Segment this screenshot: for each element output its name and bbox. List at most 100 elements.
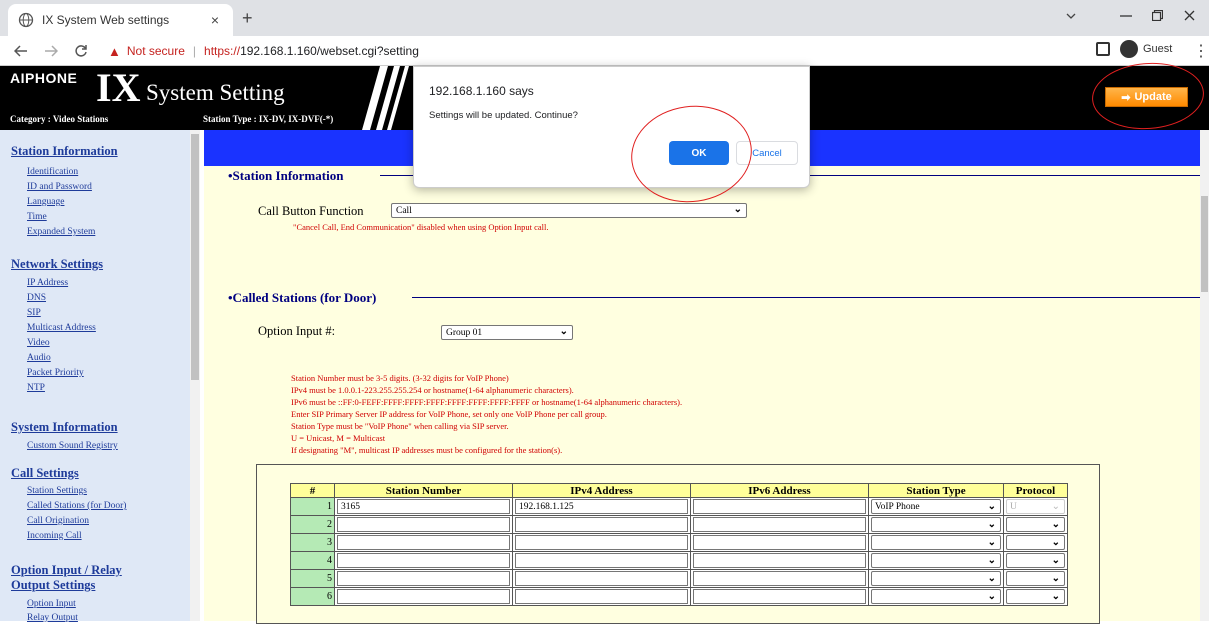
chevron-down-icon: ⌄ <box>1051 555 1060 566</box>
protocol-select[interactable]: U ⌄ <box>1006 499 1065 514</box>
dropdown-icon[interactable] <box>1066 12 1076 20</box>
protocol-select[interactable]: ⌄ <box>1006 535 1065 550</box>
sidebar-item-packet-priority[interactable]: Packet Priority <box>27 368 84 378</box>
sidebar-section-option-input-line1[interactable]: Option Input / Relay <box>11 563 122 578</box>
browser-tab-bar: IX System Web settings × + <box>0 0 1209 36</box>
ipv6-input[interactable] <box>693 535 866 550</box>
station-type-select[interactable]: ⌄ <box>871 517 1001 532</box>
protocol-select[interactable]: ⌄ <box>1006 553 1065 568</box>
chevron-down-icon: ⌄ <box>1051 591 1060 602</box>
row-number: 5 <box>290 569 335 588</box>
minimize-icon[interactable] <box>1120 14 1132 18</box>
tab-close-button[interactable]: × <box>207 12 223 28</box>
sidebar-section-network-settings[interactable]: Network Settings <box>11 257 103 272</box>
ipv6-input[interactable] <box>693 589 866 604</box>
table-row: 1 3165 192.168.1.125 VoIP Phone ⌄ U ⌄ <box>290 497 1068 516</box>
ipv4-cell <box>512 587 691 606</box>
station-number-cell <box>334 587 513 606</box>
sidebar-item-option-input[interactable]: Option Input <box>27 599 76 609</box>
protocol-select[interactable]: ⌄ <box>1006 571 1065 586</box>
validation-note: U = Unicast, M = Multicast <box>291 433 386 443</box>
sidebar-item-language[interactable]: Language <box>27 197 64 207</box>
call-button-function-select[interactable]: Call ⌄ <box>391 203 747 218</box>
ipv4-input[interactable]: 192.168.1.125 <box>515 499 688 514</box>
ipv6-input[interactable] <box>693 553 866 568</box>
option-input-select[interactable]: Group 01 ⌄ <box>441 325 573 340</box>
station-type-select[interactable]: ⌄ <box>871 571 1001 586</box>
sidepanel-icon[interactable] <box>1096 42 1110 56</box>
sidebar-item-call-origination[interactable]: Call Origination <box>27 516 89 526</box>
protocol-value: U <box>1010 501 1017 512</box>
station-type-label: Station Type : IX-DV, IX-DVF(-*) <box>203 114 334 124</box>
sidebar-item-ntp[interactable]: NTP <box>27 383 45 393</box>
ipv6-input[interactable] <box>693 571 866 586</box>
sidebar-section-system-information[interactable]: System Information <box>11 420 118 435</box>
row-number: 4 <box>290 551 335 570</box>
station-type-value: VoIP Phone <box>875 501 920 512</box>
sidebar-section-station-information[interactable]: Station Information <box>11 144 118 159</box>
new-tab-button[interactable]: + <box>242 8 253 29</box>
profile-area[interactable]: Guest <box>1096 40 1172 58</box>
sidebar-item-custom-sound-registry[interactable]: Custom Sound Registry <box>27 441 118 451</box>
ipv4-input[interactable] <box>515 553 688 568</box>
profile-icon[interactable] <box>1120 40 1138 58</box>
ipv6-input[interactable] <box>693 517 866 532</box>
station-type-select[interactable]: ⌄ <box>871 553 1001 568</box>
chevron-down-icon: ⌄ <box>1051 573 1060 584</box>
sidebar-item-video[interactable]: Video <box>27 338 50 348</box>
station-type-select[interactable]: VoIP Phone ⌄ <box>871 499 1001 514</box>
url-field[interactable]: ▲ Not secure | https:// 192.168.1.160/we… <box>108 40 1078 62</box>
ipv4-input[interactable] <box>515 589 688 604</box>
forward-icon[interactable] <box>44 45 58 57</box>
sidebar-item-station-settings[interactable]: Station Settings <box>27 486 87 496</box>
ipv4-input[interactable] <box>515 571 688 586</box>
menu-icon[interactable]: ⋮ <box>1193 41 1209 61</box>
station-number-input[interactable] <box>337 553 510 568</box>
app-title: System Setting <box>146 80 285 105</box>
restore-icon[interactable] <box>1152 10 1163 21</box>
station-number-input[interactable] <box>337 571 510 586</box>
main-scrollbar-thumb[interactable] <box>1201 196 1208 292</box>
station-number-input[interactable] <box>337 535 510 550</box>
station-number-input[interactable] <box>337 589 510 604</box>
chevron-down-icon: ⌄ <box>559 326 568 337</box>
ipv6-cell <box>690 551 869 570</box>
col-header-station-type: Station Type <box>868 483 1004 498</box>
sidebar-item-multicast-address[interactable]: Multicast Address <box>27 323 96 333</box>
station-type-select[interactable]: ⌄ <box>871 535 1001 550</box>
sidebar-section-option-input-line2[interactable]: Output Settings <box>11 578 95 593</box>
sidebar-scrollbar-thumb[interactable] <box>191 134 199 380</box>
station-type-select[interactable]: ⌄ <box>871 589 1001 604</box>
sidebar-item-time[interactable]: Time <box>27 212 47 222</box>
station-number-input[interactable] <box>337 517 510 532</box>
chevron-down-icon: ⌄ <box>1051 501 1060 512</box>
protocol-select[interactable]: ⌄ <box>1006 517 1065 532</box>
reload-icon[interactable] <box>74 44 88 58</box>
sidebar-item-id-password[interactable]: ID and Password <box>27 182 92 192</box>
sidebar-item-ip-address[interactable]: IP Address <box>27 278 68 288</box>
sidebar-item-relay-output[interactable]: Relay Output <box>27 613 78 623</box>
ipv6-input[interactable] <box>693 499 866 514</box>
sidebar-item-audio[interactable]: Audio <box>27 353 51 363</box>
sidebar-item-sip[interactable]: SIP <box>27 308 41 318</box>
category-label: Category : Video Stations <box>10 114 109 124</box>
sidebar-item-dns[interactable]: DNS <box>27 293 46 303</box>
col-header-station-number: Station Number <box>334 483 513 498</box>
protocol-select[interactable]: ⌄ <box>1006 589 1065 604</box>
sidebar-item-incoming-call[interactable]: Incoming Call <box>27 531 82 541</box>
ipv4-input[interactable] <box>515 517 688 532</box>
sidebar-item-expanded-system[interactable]: Expanded System <box>27 227 95 237</box>
col-header-ipv6: IPv6 Address <box>690 483 869 498</box>
sidebar-section-call-settings[interactable]: Call Settings <box>11 466 79 481</box>
sidebar-item-identification[interactable]: Identification <box>27 167 78 177</box>
not-secure-label[interactable]: Not secure <box>127 44 185 58</box>
sidebar-item-called-stations[interactable]: Called Stations (for Door) <box>27 501 126 511</box>
table-row: 6 ⌄ ⌄ <box>290 587 1068 606</box>
station-number-input[interactable]: 3165 <box>337 499 510 514</box>
validation-note: Station Number must be 3-5 digits. (3-32… <box>291 373 509 383</box>
ipv4-input[interactable] <box>515 535 688 550</box>
close-icon[interactable] <box>1184 10 1195 21</box>
url-path: 192.168.1.160/webset.cgi?setting <box>240 44 419 58</box>
back-icon[interactable] <box>14 45 28 57</box>
browser-tab[interactable]: IX System Web settings × <box>8 4 233 36</box>
